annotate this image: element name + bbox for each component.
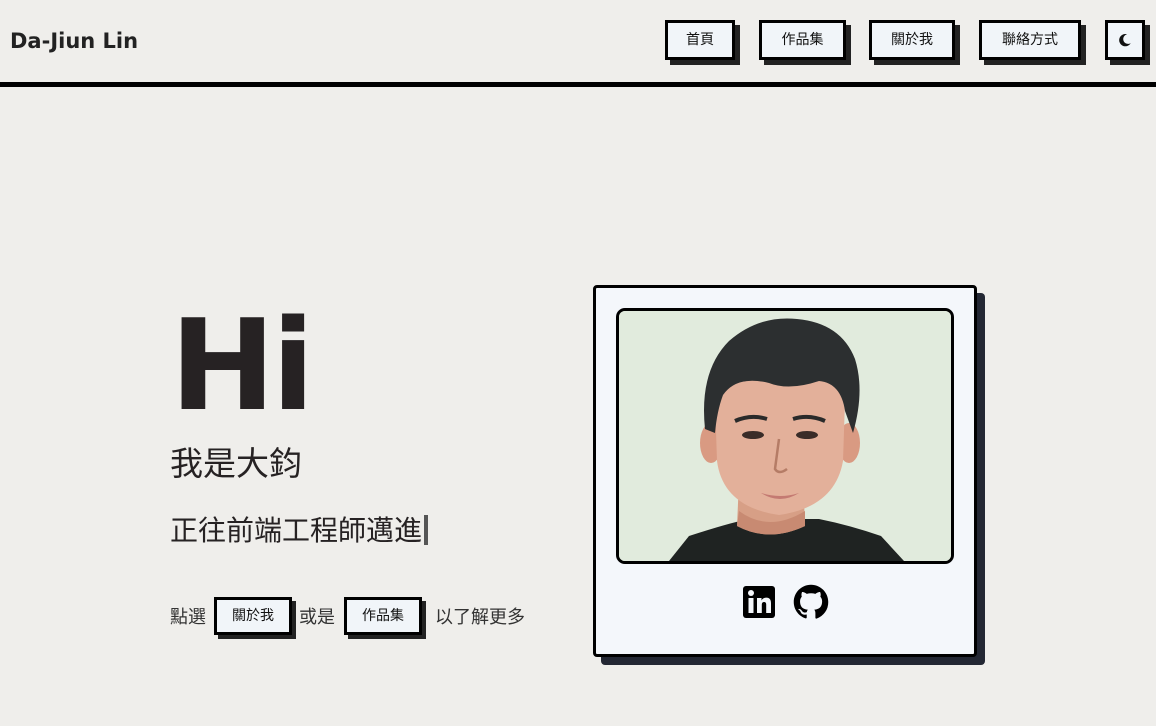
typing-cursor <box>424 515 429 545</box>
hero-greeting: Hi <box>170 292 315 439</box>
hero-role: 正往前端工程師邁進 <box>170 512 429 550</box>
nav-about-button[interactable]: 關於我 <box>869 20 955 60</box>
nav-home-button[interactable]: 首頁 <box>665 20 735 60</box>
cta-about-button[interactable]: 關於我 <box>214 597 292 635</box>
hero-role-text: 正往前端工程師邁進 <box>170 514 423 547</box>
cta-middle: 或是 <box>299 607 335 628</box>
profile-photo <box>616 308 954 564</box>
theme-toggle-button[interactable] <box>1105 20 1145 60</box>
profile-card <box>593 285 977 657</box>
cta-suffix: 以了解更多 <box>435 607 525 628</box>
cta-works-button[interactable]: 作品集 <box>344 597 422 635</box>
nav-contact-button[interactable]: 聯絡方式 <box>979 20 1081 60</box>
portrait-illustration <box>619 311 951 561</box>
nav-works-button[interactable]: 作品集 <box>759 20 846 60</box>
brand-name[interactable]: Da-Jiun Lin <box>10 28 138 54</box>
github-icon[interactable] <box>793 584 829 620</box>
moon-icon <box>1119 34 1131 47</box>
linkedin-icon[interactable] <box>741 584 777 620</box>
hero-intro: 我是大鈞 <box>170 444 302 483</box>
cta-prefix: 點選 <box>170 607 206 628</box>
site-header: Da-Jiun Lin 首頁 作品集 關於我 聯絡方式 <box>0 0 1156 87</box>
